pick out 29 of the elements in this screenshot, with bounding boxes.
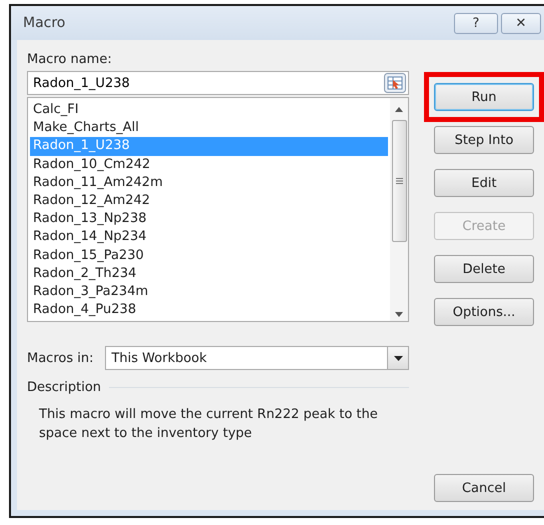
macro-action-button[interactable]: Options... — [434, 298, 534, 326]
cancel-button[interactable]: Cancel — [434, 474, 534, 502]
macro-action-button[interactable]: Run — [434, 83, 534, 111]
macro-name-label: Macro name: — [27, 52, 113, 67]
macro-list-item[interactable]: Radon_15_Pa230 — [30, 246, 388, 265]
macro-list-item[interactable]: Calc_FI — [30, 101, 388, 120]
scroll-bar[interactable] — [390, 98, 408, 321]
sheet-select-icon[interactable] — [384, 73, 406, 93]
macro-list-item[interactable]: Radon_3_Pa234m — [30, 282, 388, 302]
macro-list-item[interactable]: Radon_13_Np238 — [30, 210, 388, 228]
macros-in-dropdown[interactable]: This Workbook — [105, 346, 409, 370]
macros-in-label: Macros in: — [27, 350, 94, 366]
macro-list-item[interactable]: Radon_10_Cm242 — [30, 156, 388, 174]
window-title: Macro — [23, 15, 66, 31]
macro-list-item[interactable]: Radon_14_Np234 — [30, 228, 388, 246]
macro-action-button[interactable]: Delete — [434, 255, 534, 283]
macro-list-item[interactable]: Radon_12_Am242 — [30, 192, 388, 210]
close-button[interactable]: ✕ — [501, 12, 541, 34]
description-label: Description — [27, 380, 102, 395]
macro-action-button[interactable]: Edit — [434, 169, 534, 197]
macro-list-item[interactable]: Radon_4_Pu238 — [30, 301, 388, 320]
macro-list-item[interactable]: Radon_2_Th234 — [30, 264, 388, 283]
macro-list-item[interactable]: Make_Charts_All — [30, 119, 388, 138]
macro-action-button[interactable]: Step Into — [434, 126, 534, 154]
macro-list-item[interactable]: Radon_11_Am242m — [30, 174, 388, 192]
macro-name-field[interactable]: Radon_1_U238 — [27, 71, 409, 95]
help-button[interactable]: ? — [454, 12, 498, 34]
description-text: This macro will move the current Rn222 peak to the space next to the inventory type — [39, 406, 379, 443]
dropdown-caret-icon — [394, 356, 402, 360]
